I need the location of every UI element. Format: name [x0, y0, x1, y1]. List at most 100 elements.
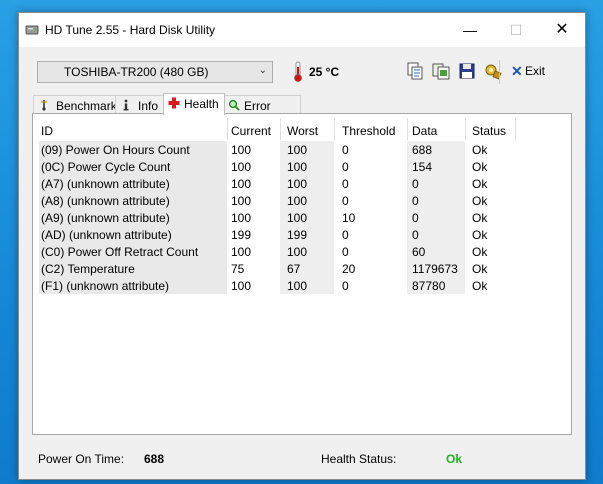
cell-worst: 199 [287, 228, 308, 242]
temperature-readout: 25 °C [309, 65, 340, 79]
close-button[interactable]: ✕ [539, 13, 585, 47]
tab-error-scan[interactable]: Error Scan [223, 95, 301, 127]
cell-data: 0 [412, 228, 419, 242]
table-row[interactable]: (C0) Power Off Retract Count 100 100 0 60 Ok [33, 243, 571, 260]
window-title: HD Tune 2.55 - Hard Disk Utility [45, 23, 216, 37]
hdtune-window: HD Tune 2.55 - Hard Disk Utility — ☐ ✕ T… [18, 12, 586, 480]
health-cross-icon [168, 97, 180, 109]
cell-status: Ok [472, 211, 488, 225]
info-icon [123, 99, 129, 111]
cell-data: 1179673 [412, 262, 458, 276]
cell-threshold: 0 [342, 177, 349, 191]
table-row[interactable]: (AD) (unknown attribute) 199 199 0 0 Ok [33, 226, 571, 243]
column-divider [227, 118, 228, 140]
cell-threshold: 20 [342, 262, 356, 276]
exit-label: Exit [525, 64, 546, 78]
column-divider [515, 118, 516, 140]
cell-id: (A8) (unknown attribute) [41, 194, 170, 208]
tab-health-label: Health [184, 97, 219, 111]
cell-id: (C2) Temperature [41, 262, 135, 276]
table-row[interactable]: (0C) Power Cycle Count 100 100 0 154 Ok [33, 158, 571, 175]
cell-worst: 100 [287, 194, 308, 208]
copy-info-icon[interactable] [405, 61, 425, 81]
cell-current: 100 [231, 194, 252, 208]
cell-threshold: 0 [342, 245, 349, 259]
cell-worst: 100 [287, 211, 308, 225]
cell-status: Ok [472, 262, 488, 276]
status-bar: Power On Time: 688 Health Status: Ok [19, 437, 585, 477]
cell-data: 0 [412, 211, 419, 225]
cell-id: (F1) (unknown attribute) [41, 279, 170, 293]
toolbar-separator [499, 60, 500, 84]
cell-current: 100 [231, 160, 252, 174]
health-status-label: Health Status: [321, 452, 397, 466]
cell-worst: 100 [287, 177, 308, 191]
cell-id: (0C) Power Cycle Count [41, 160, 171, 174]
cell-current: 75 [231, 262, 245, 276]
cell-threshold: 0 [342, 143, 349, 157]
tab-health[interactable]: Health [163, 93, 225, 115]
drive-select[interactable]: TOSHIBA-TR200 (480 GB) ⌄ [37, 61, 273, 83]
health-status-value: Ok [446, 452, 463, 466]
table-row[interactable]: (09) Power On Hours Count 100 100 0 688 Ok [33, 141, 571, 158]
cell-status: Ok [472, 177, 488, 191]
table-row[interactable]: (A9) (unknown attribute) 100 100 10 0 Ok [33, 209, 571, 226]
maximize-button[interactable]: ☐ [493, 13, 539, 47]
cell-threshold: 0 [342, 194, 349, 208]
power-on-time-label: Power On Time: [38, 452, 125, 466]
column-divider [280, 118, 281, 140]
options-icon[interactable] [483, 61, 503, 81]
cell-current: 100 [231, 143, 252, 157]
cell-id: (A9) (unknown attribute) [41, 211, 170, 225]
cell-data: 0 [412, 194, 419, 208]
minimize-button[interactable]: — [447, 13, 493, 47]
column-divider [407, 118, 408, 140]
cell-threshold: 0 [342, 160, 349, 174]
app-icon [25, 25, 39, 35]
tab-benchmark[interactable]: Benchmark [33, 95, 117, 114]
cell-worst: 100 [287, 143, 308, 157]
cell-current: 199 [231, 228, 252, 242]
table-row[interactable]: (A7) (unknown attribute) 100 100 0 0 Ok [33, 175, 571, 192]
copy-screenshot-icon[interactable] [431, 61, 451, 81]
cell-worst: 100 [287, 245, 308, 259]
cell-threshold: 10 [342, 211, 356, 225]
table-row[interactable]: (A8) (unknown attribute) 100 100 0 0 Ok [33, 192, 571, 209]
column-header-threshold[interactable]: Threshold [342, 124, 395, 138]
benchmark-icon [41, 100, 47, 111]
column-header-status[interactable]: Status [472, 124, 506, 138]
cell-status: Ok [472, 143, 488, 157]
column-header-id[interactable]: ID [41, 124, 53, 138]
tab-info[interactable]: Info [115, 95, 165, 114]
smart-attributes-table: ID Current Worst Threshold Data Status (… [32, 113, 572, 435]
chevron-down-icon: ⌄ [258, 65, 267, 76]
save-icon[interactable] [457, 61, 477, 81]
table-row[interactable]: (C2) Temperature 75 67 20 1179673 Ok [33, 260, 571, 277]
cell-status: Ok [472, 194, 488, 208]
cell-worst: 100 [287, 160, 308, 174]
table-row[interactable]: (F1) (unknown attribute) 100 100 0 87780 Ok [33, 277, 571, 294]
cell-current: 100 [231, 279, 252, 293]
column-divider [334, 118, 335, 140]
cell-status: Ok [472, 160, 488, 174]
cell-status: Ok [472, 228, 488, 242]
cell-id: (C0) Power Off Retract Count [41, 245, 199, 259]
toolbar: TOSHIBA-TR200 (480 GB) ⌄ 25 °C ✕ Exit [19, 47, 585, 97]
column-divider [465, 118, 466, 140]
column-header-worst[interactable]: Worst [287, 124, 318, 138]
cell-worst: 100 [287, 279, 308, 293]
cell-id: (AD) (unknown attribute) [41, 228, 172, 242]
cell-data: 154 [412, 160, 433, 174]
cell-data: 60 [412, 245, 426, 259]
cell-status: Ok [472, 245, 488, 259]
cell-data: 87780 [412, 279, 446, 293]
drive-select-value: TOSHIBA-TR200 (480 GB) [64, 65, 209, 79]
power-on-time-value: 688 [144, 452, 165, 466]
exit-icon: ✕ [511, 63, 523, 79]
column-header-current[interactable]: Current [231, 124, 271, 138]
title-bar: HD Tune 2.55 - Hard Disk Utility — ☐ ✕ [19, 13, 585, 47]
cell-current: 100 [231, 211, 252, 225]
magnifier-icon [228, 99, 240, 111]
cell-current: 100 [231, 177, 252, 191]
column-header-data[interactable]: Data [412, 124, 437, 138]
